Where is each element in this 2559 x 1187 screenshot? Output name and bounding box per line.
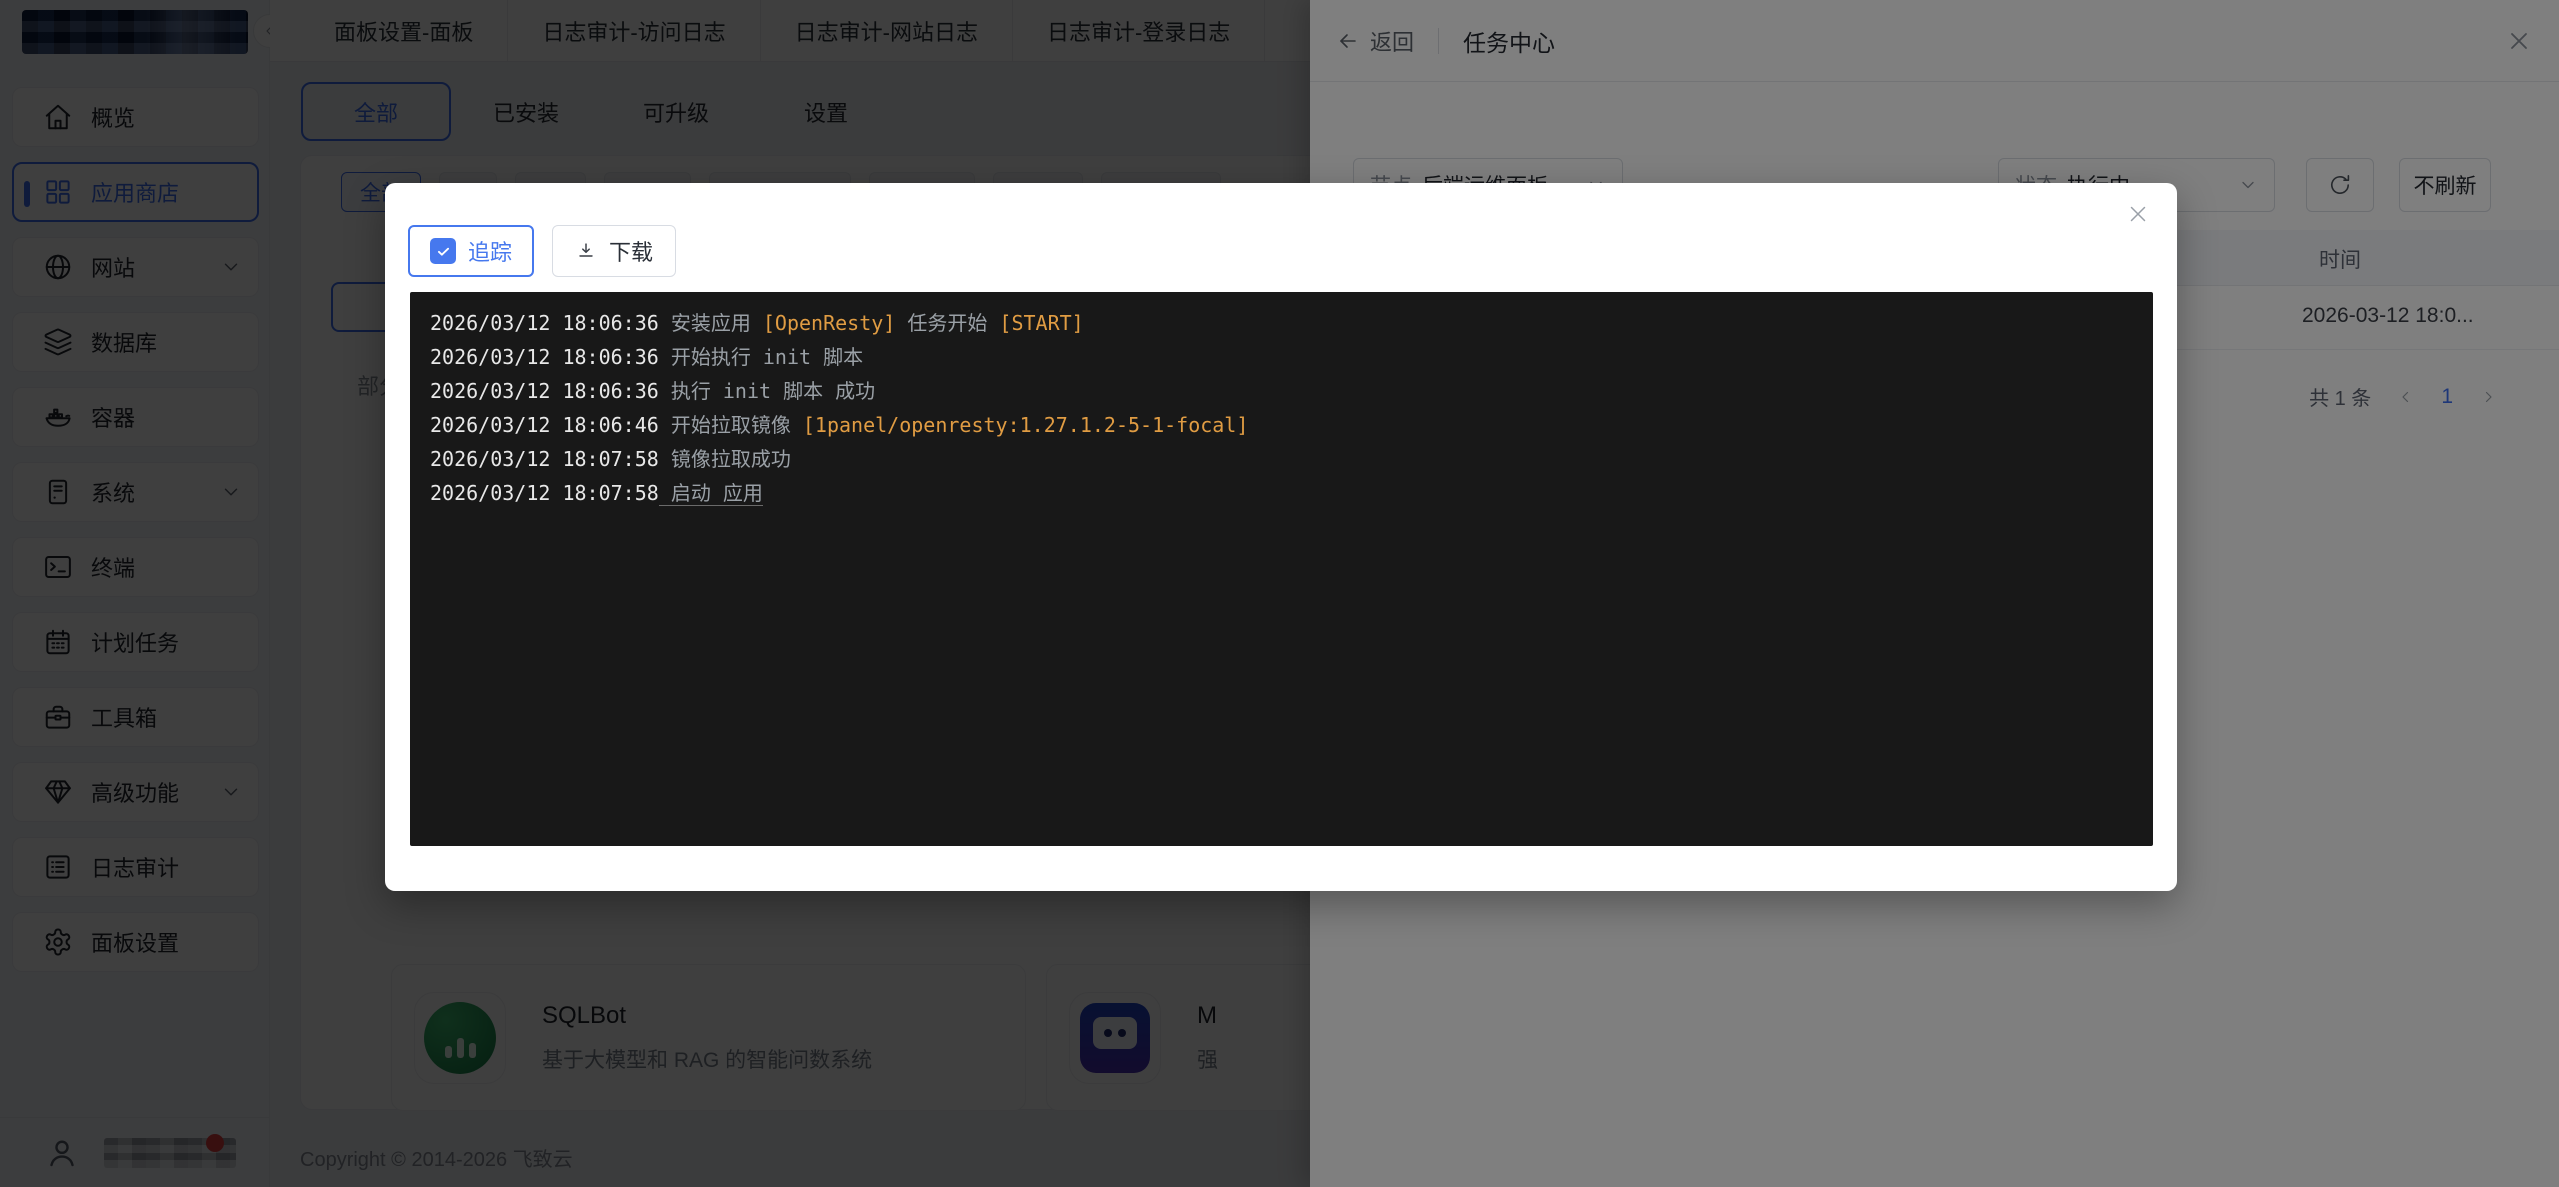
download-button[interactable]: 下载	[552, 225, 676, 277]
install-log-modal: 追踪 下载 2026/03/12 18:06:36 安装应用 [OpenRest…	[385, 183, 2177, 891]
modal-close-button[interactable]	[2125, 201, 2151, 227]
log-line: 2026/03/12 18:07:58 镜像拉取成功	[430, 442, 2133, 476]
trace-label: 追踪	[468, 235, 512, 267]
log-line: 2026/03/12 18:06:36 安装应用 [OpenResty] 任务开…	[430, 306, 2133, 340]
log-line: 2026/03/12 18:06:36 开始执行 init 脚本	[430, 340, 2133, 374]
close-icon	[2125, 201, 2151, 227]
trace-checkbox[interactable]	[430, 238, 456, 264]
log-line: 2026/03/12 18:06:36 执行 init 脚本 成功	[430, 374, 2133, 408]
log-line: 2026/03/12 18:06:46 开始拉取镜像 [1panel/openr…	[430, 408, 2133, 442]
modal-toolbar: 追踪 下载	[408, 225, 676, 277]
log-line: 2026/03/12 18:07:58 启动 应用	[430, 476, 2133, 510]
trace-toggle-button[interactable]: 追踪	[408, 225, 534, 277]
screen: 概览应用商店网站数据库容器系统终端计划任务工具箱高级功能日志审计面板设置 面板设…	[0, 0, 2559, 1187]
download-icon	[575, 240, 597, 262]
download-label: 下载	[609, 235, 653, 267]
log-terminal[interactable]: 2026/03/12 18:06:36 安装应用 [OpenResty] 任务开…	[410, 292, 2153, 846]
check-icon	[435, 243, 452, 260]
